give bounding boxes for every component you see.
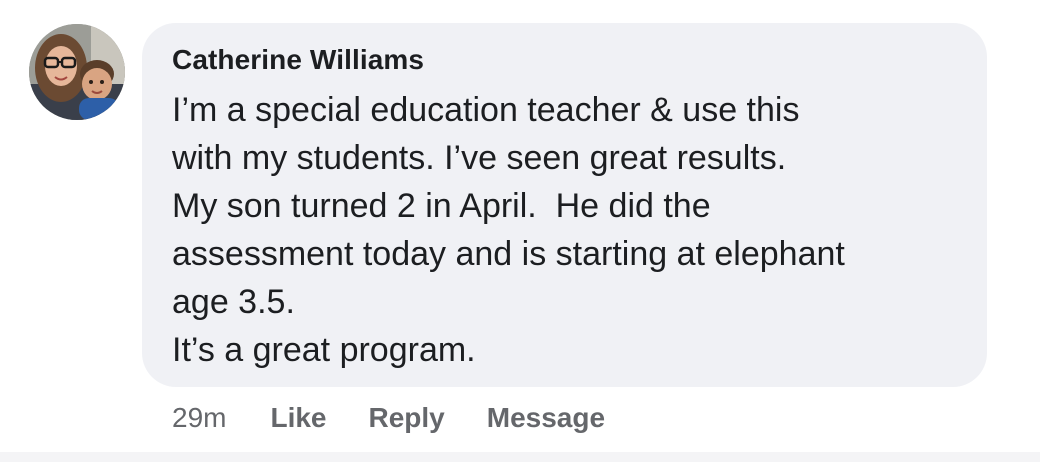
comment-bubble: Catherine Williams I’m a special educati… bbox=[142, 23, 987, 387]
avatar[interactable] bbox=[29, 24, 125, 120]
divider bbox=[0, 452, 1040, 462]
message-button[interactable]: Message bbox=[487, 402, 605, 434]
comment-author[interactable]: Catherine Williams bbox=[172, 43, 957, 77]
comment-text-line: assessment today and is starting at elep… bbox=[172, 235, 845, 273]
like-button[interactable]: Like bbox=[270, 402, 326, 434]
comment-text: I’m a special education teacher & use th… bbox=[172, 86, 957, 374]
comment-text-line: I’m a special education teacher & use th… bbox=[172, 91, 800, 129]
comment-timestamp[interactable]: 29m bbox=[172, 402, 226, 434]
comment-actions: 29m Like Reply Message bbox=[172, 400, 647, 436]
reply-button[interactable]: Reply bbox=[369, 402, 445, 434]
comment-text-line: with my students. I’ve seen great result… bbox=[172, 139, 787, 177]
avatar-photo bbox=[29, 24, 125, 120]
comment-text-line: age 3.5. bbox=[172, 283, 295, 321]
comment-text-line: My son turned 2 in April. He did the bbox=[172, 187, 711, 225]
comment-text-line: It’s a great program. bbox=[172, 331, 476, 369]
